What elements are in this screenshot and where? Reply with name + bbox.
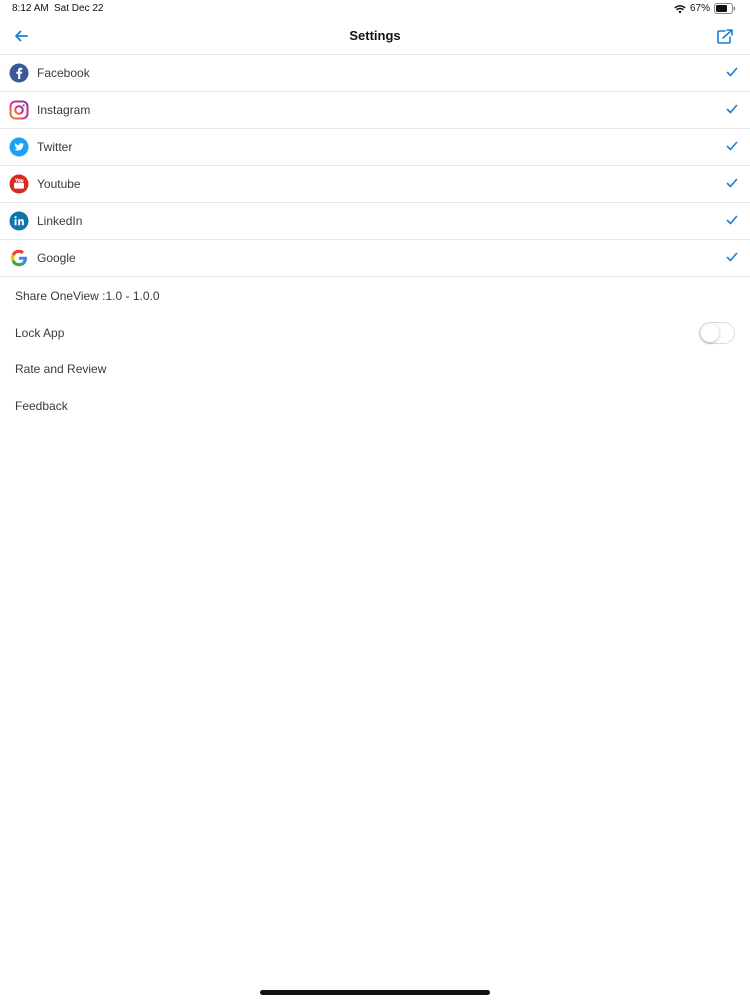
instagram-icon bbox=[9, 100, 29, 120]
checkmark-icon bbox=[726, 178, 738, 188]
lock-app-toggle[interactable] bbox=[699, 321, 735, 344]
rate-review-row[interactable]: Rate and Review bbox=[0, 350, 750, 387]
wifi-icon bbox=[674, 4, 686, 13]
share-app-row[interactable]: Share OneView :1.0 - 1.0.0 bbox=[0, 277, 750, 314]
battery-percent: 67% bbox=[689, 3, 710, 14]
page-title: Settings bbox=[349, 28, 401, 43]
status-time: 8:12 AM bbox=[12, 3, 49, 14]
rate-review-label: Rate and Review bbox=[15, 362, 107, 376]
toggle-knob bbox=[701, 323, 719, 342]
status-bar: 8:12 AM Sat Dec 22 67% bbox=[0, 0, 750, 17]
share-button[interactable] bbox=[714, 25, 736, 47]
account-label: LinkedIn bbox=[37, 214, 83, 228]
account-label: Youtube bbox=[37, 177, 81, 191]
account-label: Twitter bbox=[37, 140, 73, 154]
status-indicators: 67% bbox=[674, 2, 736, 15]
youtube-icon bbox=[9, 174, 29, 194]
home-indicator[interactable] bbox=[260, 990, 490, 995]
account-row-youtube[interactable]: Youtube bbox=[0, 166, 750, 203]
feedback-row[interactable]: Feedback bbox=[0, 387, 750, 424]
checkmark-icon bbox=[726, 252, 738, 262]
checkmark-icon bbox=[726, 215, 738, 225]
account-row-twitter[interactable]: Twitter bbox=[0, 129, 750, 166]
account-row-instagram[interactable]: Instagram bbox=[0, 92, 750, 129]
facebook-icon bbox=[9, 63, 29, 83]
twitter-icon bbox=[9, 137, 29, 157]
navigation-bar: Settings bbox=[0, 17, 750, 55]
lock-app-row: Lock App bbox=[0, 314, 750, 351]
account-row-google[interactable]: Google bbox=[0, 240, 750, 277]
checkmark-icon bbox=[726, 104, 738, 114]
share-icon bbox=[717, 28, 733, 44]
account-label: Google bbox=[37, 251, 76, 265]
account-row-facebook[interactable]: Facebook bbox=[0, 55, 750, 92]
checkmark-icon bbox=[726, 141, 738, 151]
feedback-label: Feedback bbox=[15, 398, 68, 413]
status-date: Sat Dec 22 bbox=[54, 3, 104, 14]
account-label: Facebook bbox=[37, 66, 90, 80]
account-label: Instagram bbox=[37, 103, 91, 117]
checkmark-icon bbox=[726, 67, 738, 77]
linkedin-icon bbox=[9, 211, 29, 231]
account-row-linkedin[interactable]: LinkedIn bbox=[0, 203, 750, 240]
google-icon bbox=[10, 249, 27, 267]
share-app-label: Share OneView :1.0 - 1.0.0 bbox=[15, 289, 160, 303]
battery-icon bbox=[714, 3, 736, 14]
lock-app-label: Lock App bbox=[15, 325, 65, 340]
settings-list: Facebook Instagram Twitter Youtube Linke… bbox=[0, 55, 750, 423]
